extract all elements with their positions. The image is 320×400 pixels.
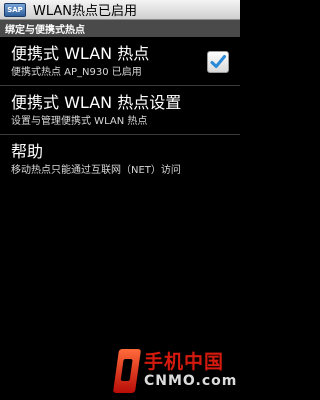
item-subtitle: 便携式热点 AP_N930 已启用 [11, 67, 142, 78]
item-title: 便携式 WLAN 热点设置 [11, 93, 182, 112]
hotspot-checkbox[interactable] [207, 51, 229, 73]
portable-wlan-hotspot-item[interactable]: 便携式 WLAN 热点 便携式热点 AP_N930 已启用 [0, 38, 240, 86]
item-subtitle: 设置与管理便携式 WLAN 热点 [11, 116, 148, 127]
watermark-en-text: CNMO.com [144, 373, 238, 389]
cnmo-logo-icon [112, 349, 142, 393]
checkmark-icon [210, 55, 226, 68]
hotspot-settings-item[interactable]: 便携式 WLAN 热点设置 设置与管理便携式 WLAN 热点 [0, 87, 240, 135]
sap-app-icon: SAP [4, 2, 26, 17]
item-subtitle: 移动热点只能通过互联网（NET）访问 [11, 165, 181, 176]
title-bar: SAP WLAN热点已启用 [0, 0, 240, 20]
cnmo-watermark: 手机中国 CNMO.com [112, 345, 238, 395]
item-title: 便携式 WLAN 热点 [11, 44, 150, 63]
window-title: WLAN热点已启用 [33, 4, 138, 19]
watermark-cn-text: 手机中国 [144, 351, 225, 373]
help-item[interactable]: 帮助 移动热点只能通过互联网（NET）访问 [0, 136, 240, 184]
section-header: 绑定与便携式热点 [0, 20, 240, 37]
item-title: 帮助 [11, 142, 44, 161]
